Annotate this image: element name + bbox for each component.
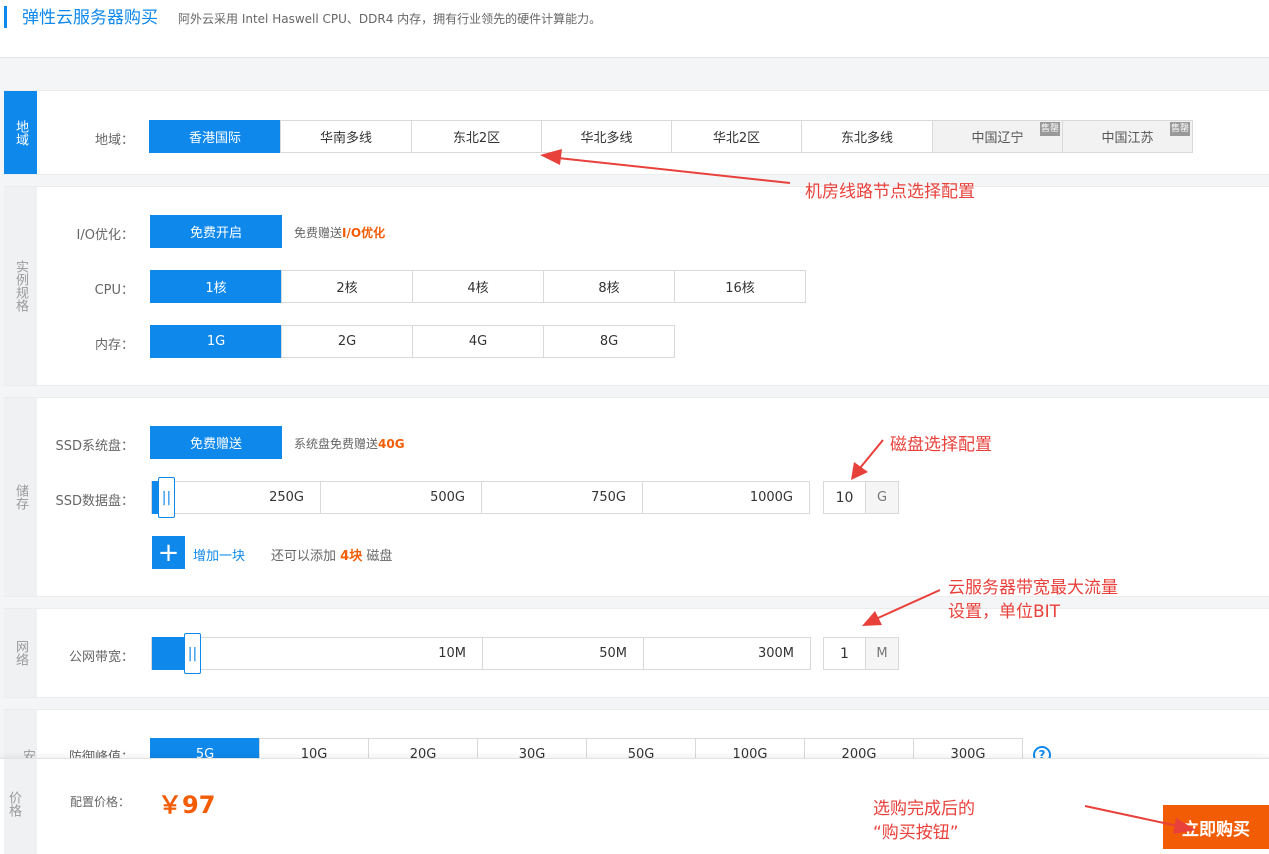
bandwidth-tick: 300M <box>643 637 811 670</box>
io-note-highlight: I/O优化 <box>342 226 386 240</box>
region-option-huanan[interactable]: 华南多线 <box>280 120 412 153</box>
region-option-huabei[interactable]: 华北多线 <box>541 120 672 153</box>
storage-panel: 储存 SSD系统盘： 免费赠送 系统盘免费赠送40G SSD数据盘： 250G … <box>4 397 1269 597</box>
sold-out-tag: 售罄 <box>1040 122 1060 136</box>
bandwidth-tick: 50M <box>482 637 644 670</box>
system-disk-free-button[interactable]: 免费赠送 <box>150 426 282 459</box>
data-disk-size-value[interactable]: 10 <box>824 482 866 513</box>
annotation-buy-line2: “购买按钮” <box>873 823 959 843</box>
io-options: 免费开启 <box>150 215 282 248</box>
cpu-option-4[interactable]: 4核 <box>412 270 544 303</box>
memory-option-2g[interactable]: 2G <box>281 325 413 358</box>
data-disk-tick: 750G <box>481 481 643 514</box>
price-label: 配置价格： <box>70 795 131 809</box>
buy-now-button[interactable]: 立即购买 <box>1163 805 1269 849</box>
add-disk-note-prefix: 还可以添加 <box>271 549 337 564</box>
region-label: 地域： <box>94 133 134 148</box>
memory-option-1g[interactable]: 1G <box>150 325 282 358</box>
add-disk-note-highlight: 4块 <box>340 549 363 564</box>
data-disk-tick: 250G <box>151 481 321 514</box>
data-disk-size-unit: G <box>866 482 898 513</box>
page-header: 弹性云服务器购买 阿外云采用 Intel Haswell CPU、DDR4 内存… <box>0 0 1269 58</box>
bandwidth-slider[interactable]: 10M 50M 300M || <box>151 633 811 674</box>
region-panel: 地域 地域： 香港国际 华南多线 东北2区 华北多线 华北2区 东北多线 中国辽… <box>4 90 1269 175</box>
bandwidth-label: 公网带宽： <box>68 650 134 665</box>
region-option-hongkong[interactable]: 香港国际 <box>149 120 281 153</box>
region-option-label: 中国辽宁 <box>971 131 1024 146</box>
annotation-disk: 磁盘选择配置 <box>890 435 992 455</box>
data-disk-tick: 1000G <box>642 481 810 514</box>
region-option-dongbei[interactable]: 东北多线 <box>801 120 933 153</box>
annotation-buy-line1: 选购完成后的 <box>873 799 975 819</box>
bandwidth-slider-handle[interactable]: || <box>184 633 201 674</box>
region-option-liaoning: 中国辽宁 售罄 <box>932 120 1063 153</box>
region-option-dongbei2[interactable]: 东北2区 <box>411 120 542 153</box>
io-label: I/O优化： <box>76 228 134 243</box>
page-title: 弹性云服务器购买 <box>22 8 158 28</box>
bandwidth-slider-fill <box>152 637 188 670</box>
io-note: 免费赠送I/O优化 <box>294 224 385 241</box>
region-options: 香港国际 华南多线 东北2区 华北多线 华北2区 东北多线 中国辽宁 售罄 中国… <box>149 120 1193 153</box>
memory-option-8g[interactable]: 8G <box>543 325 675 358</box>
title-accent-bar <box>4 6 7 28</box>
data-disk-slider[interactable]: 250G 500G 750G 1000G || <box>151 477 810 518</box>
cpu-label: CPU： <box>94 283 134 298</box>
system-disk-note-highlight: 40G <box>378 437 405 451</box>
add-disk-note-suffix: 磁盘 <box>366 549 393 564</box>
annotation-region: 机房线路节点选择配置 <box>805 182 975 202</box>
price-value: ￥97 <box>158 791 216 819</box>
region-option-huabei2[interactable]: 华北2区 <box>671 120 802 153</box>
add-disk-note: 还可以添加 4块 磁盘 <box>271 545 392 564</box>
annotation-buy: 选购完成后的 “购买按钮” <box>873 797 975 845</box>
cpu-option-8[interactable]: 8核 <box>543 270 675 303</box>
cpu-option-1[interactable]: 1核 <box>150 270 282 303</box>
cpu-option-2[interactable]: 2核 <box>281 270 413 303</box>
memory-option-4g[interactable]: 4G <box>412 325 544 358</box>
system-disk-note: 系统盘免费赠送40G <box>294 435 405 452</box>
annotation-bandwidth: 云服务器带宽最大流量 设置，单位BIT <box>948 576 1118 624</box>
bandwidth-value[interactable]: 1 <box>824 638 866 669</box>
add-disk-link[interactable]: 增加一块 <box>193 545 245 564</box>
data-disk-size-input[interactable]: 10 G <box>823 481 899 514</box>
bandwidth-unit: M <box>866 638 898 669</box>
bandwidth-input[interactable]: 1 M <box>823 637 899 670</box>
price-footer: 价格 配置价格： ￥97 立即购买 <box>0 758 1269 854</box>
section-tab-price: 价格 <box>4 759 37 854</box>
data-disk-slider-handle[interactable]: || <box>158 477 175 518</box>
cpu-options: 1核 2核 4核 8核 16核 <box>150 270 806 303</box>
memory-label: 内存： <box>94 338 134 353</box>
cpu-option-16[interactable]: 16核 <box>674 270 806 303</box>
instance-panel: 实例规格 I/O优化： 免费开启 免费赠送I/O优化 CPU： 1核 2核 4核… <box>4 186 1269 386</box>
add-disk-button[interactable]: + <box>152 536 185 569</box>
system-disk-label: SSD系统盘： <box>55 439 134 454</box>
data-disk-label: SSD数据盘： <box>55 494 134 509</box>
region-option-jiangsu: 中国江苏 售罄 <box>1062 120 1193 153</box>
memory-options: 1G 2G 4G 8G <box>150 325 675 358</box>
page-subtitle: 阿外云采用 Intel Haswell CPU、DDR4 内存，拥有行业领先的硬… <box>178 12 602 26</box>
system-disk-note-text: 系统盘免费赠送 <box>294 437 379 451</box>
region-option-label: 中国江苏 <box>1101 131 1154 146</box>
io-note-text: 免费赠送 <box>294 226 343 240</box>
annotation-bandwidth-line2: 设置，单位BIT <box>948 602 1061 622</box>
system-disk-options: 免费赠送 <box>150 426 282 459</box>
io-enable-button[interactable]: 免费开启 <box>150 215 282 248</box>
annotation-bandwidth-line1: 云服务器带宽最大流量 <box>948 578 1118 598</box>
data-disk-tick: 500G <box>320 481 482 514</box>
sold-out-tag: 售罄 <box>1170 122 1190 136</box>
